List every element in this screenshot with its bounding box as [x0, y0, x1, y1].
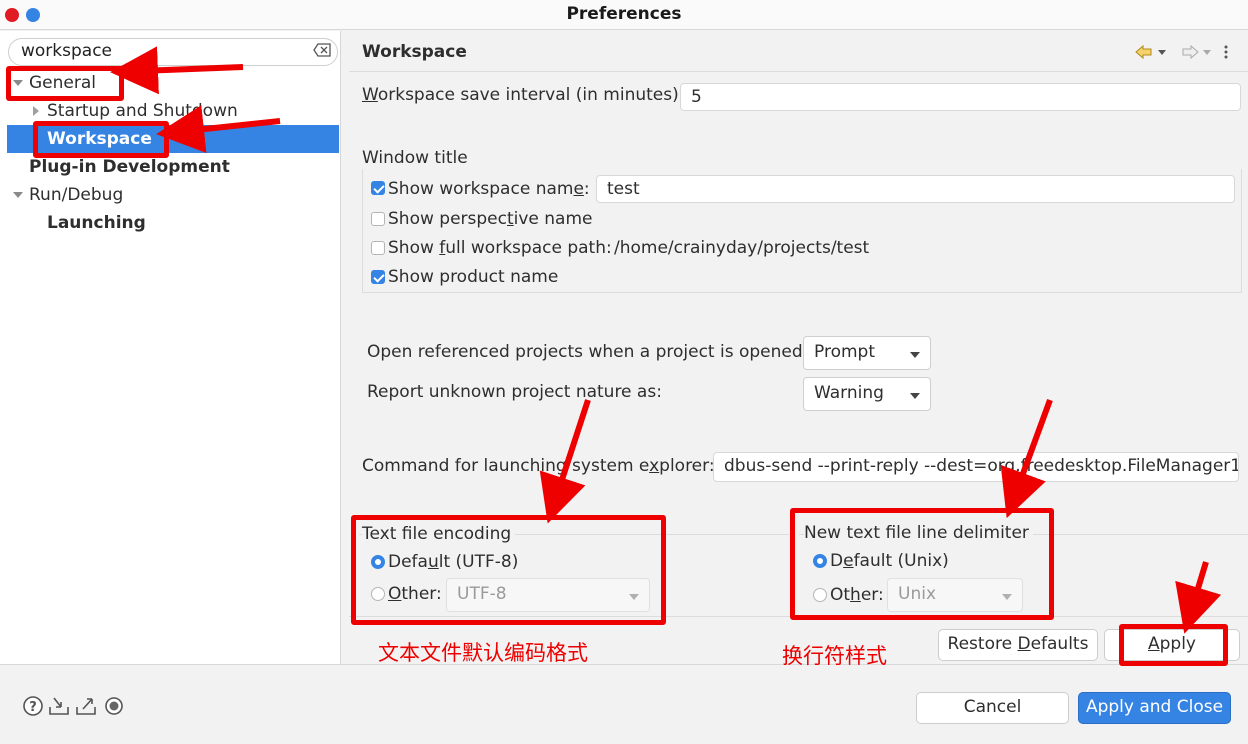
arrow-to-encoding — [539, 399, 591, 524]
arrow-to-apply — [1175, 561, 1222, 634]
arrow-to-delimiter — [1000, 398, 1053, 519]
arrow-to-general — [110, 46, 244, 95]
arrow-to-workspace — [156, 105, 281, 153]
annotation-arrows — [110, 46, 1222, 634]
